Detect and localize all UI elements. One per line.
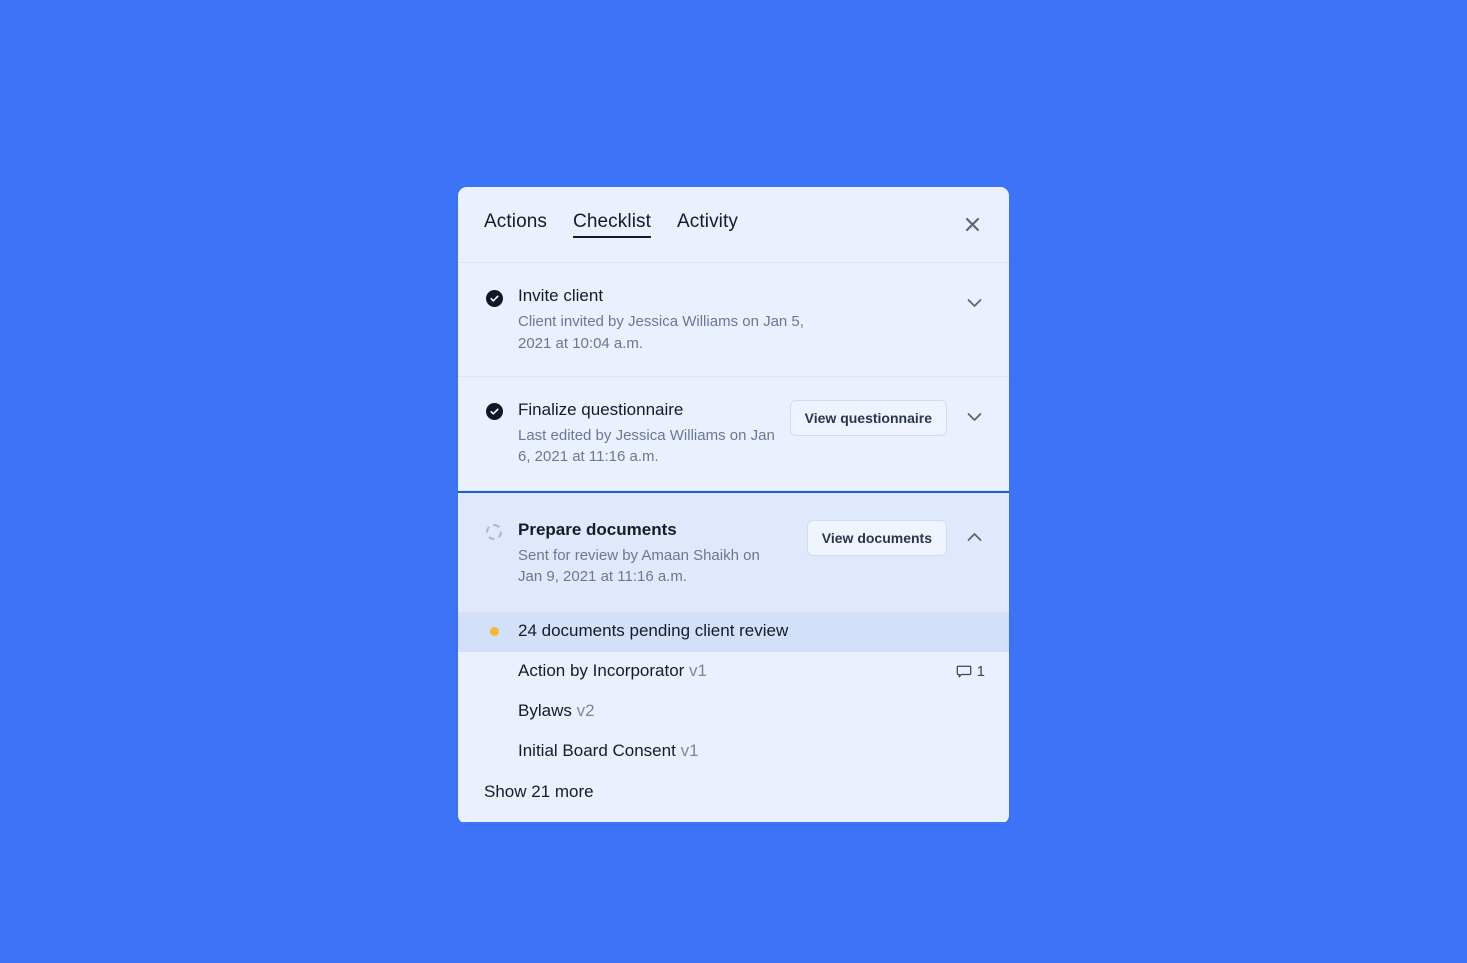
- tab-checklist[interactable]: Checklist: [573, 211, 651, 239]
- panel-tabbar: Actions Checklist Activity: [458, 187, 1009, 263]
- close-icon[interactable]: [957, 210, 987, 240]
- document-version: v2: [576, 701, 595, 721]
- card-bottom-accent: [458, 821, 1009, 824]
- documents-pending-label: 24 documents pending client review: [518, 621, 789, 641]
- tab-actions[interactable]: Actions: [484, 211, 547, 239]
- document-version: v1: [689, 661, 708, 681]
- document-name: Bylaws v2: [518, 701, 987, 721]
- chevron-up-icon[interactable]: [961, 524, 987, 550]
- checklist-item-actions: [961, 286, 987, 316]
- document-row[interactable]: Initial Board Consent v1: [458, 731, 1009, 772]
- show-more-button[interactable]: Show 21 more: [458, 771, 1009, 812]
- document-title: Initial Board Consent: [518, 741, 676, 761]
- checklist-item-prepare-documents[interactable]: Prepare documents Sent for review by Ama…: [458, 490, 1009, 612]
- checklist-item-title: Finalize questionnaire: [518, 399, 684, 419]
- document-row[interactable]: Action by Incorporator v1 1: [458, 651, 1009, 692]
- check-circle-icon: [484, 402, 504, 422]
- checklist-item-title: Prepare documents: [518, 519, 677, 539]
- document-comments[interactable]: 1: [956, 663, 987, 680]
- comment-count: 1: [976, 663, 985, 681]
- checklist-panel: Actions Checklist Activity Invite client…: [458, 187, 1009, 824]
- checklist-item-meta: Sent for review by Amaan Shaikh on Jan 9…: [518, 546, 760, 586]
- view-questionnaire-button[interactable]: View questionnaire: [789, 399, 947, 436]
- comment-icon: [956, 664, 972, 680]
- chevron-down-icon[interactable]: [961, 290, 987, 316]
- tab-list: Actions Checklist Activity: [484, 211, 738, 239]
- show-more-label: Show 21 more: [484, 781, 594, 801]
- document-title: Action by Incorporator: [518, 661, 685, 681]
- checklist-item-content: Finalize questionnaire Last edited by Je…: [518, 399, 790, 468]
- document-title: Bylaws: [518, 701, 572, 721]
- checklist-item-title: Invite client: [518, 286, 604, 305]
- checklist-item-content: Invite client Client invited by Jessica …: [518, 285, 961, 354]
- documents-pending-summary-row[interactable]: 24 documents pending client review: [458, 611, 1009, 652]
- chevron-down-icon[interactable]: [961, 404, 987, 430]
- checklist-item-invite-client[interactable]: Invite client Client invited by Jessica …: [458, 263, 1009, 377]
- tab-activity[interactable]: Activity: [677, 211, 738, 239]
- check-circle-icon: [484, 288, 504, 308]
- document-version: v1: [680, 741, 699, 761]
- checklist-item-actions: View questionnaire: [789, 399, 987, 436]
- checklist-item-meta: Client invited by Jessica Williams on Ja…: [518, 313, 804, 352]
- documents-list: Action by Incorporator v1 1 Bylaws v2 In…: [458, 651, 1009, 822]
- checklist-item-finalize-questionnaire[interactable]: Finalize questionnaire Last edited by Je…: [458, 376, 1009, 491]
- dashed-circle-icon: [484, 522, 504, 542]
- document-row[interactable]: Bylaws v2: [458, 691, 1009, 732]
- document-name: Initial Board Consent v1: [518, 741, 987, 761]
- document-name: Action by Incorporator v1: [518, 661, 956, 681]
- checklist-item-meta: Last edited by Jessica Williams on Jan 6…: [518, 427, 775, 466]
- pending-dot-icon: [484, 627, 504, 637]
- view-documents-button[interactable]: View documents: [806, 519, 947, 556]
- checklist-item-actions: View documents: [806, 519, 987, 556]
- checklist-item-content: Prepare documents Sent for review by Ama…: [518, 519, 807, 588]
